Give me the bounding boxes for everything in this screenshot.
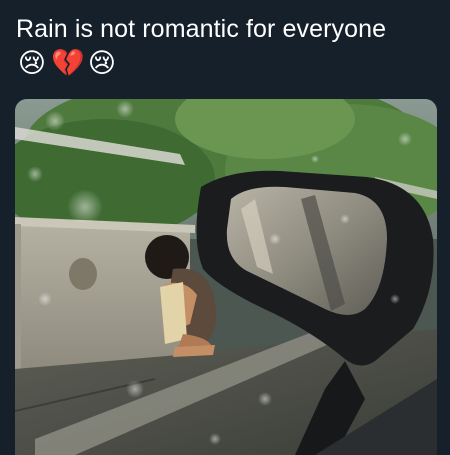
crying-face-emoji: 😢 bbox=[17, 48, 47, 78]
post-photo[interactable] bbox=[15, 99, 437, 455]
crying-face-emoji: 😢 bbox=[87, 48, 117, 78]
rainy-street-scene bbox=[15, 99, 437, 455]
post-caption: Rain is not romantic for everyone bbox=[16, 15, 387, 43]
emoji-row: 😢 💔 😢 bbox=[16, 47, 118, 79]
broken-heart-emoji: 💔 bbox=[51, 48, 85, 78]
meme-post: Rain is not romantic for everyone 😢 💔 😢 bbox=[0, 0, 450, 455]
